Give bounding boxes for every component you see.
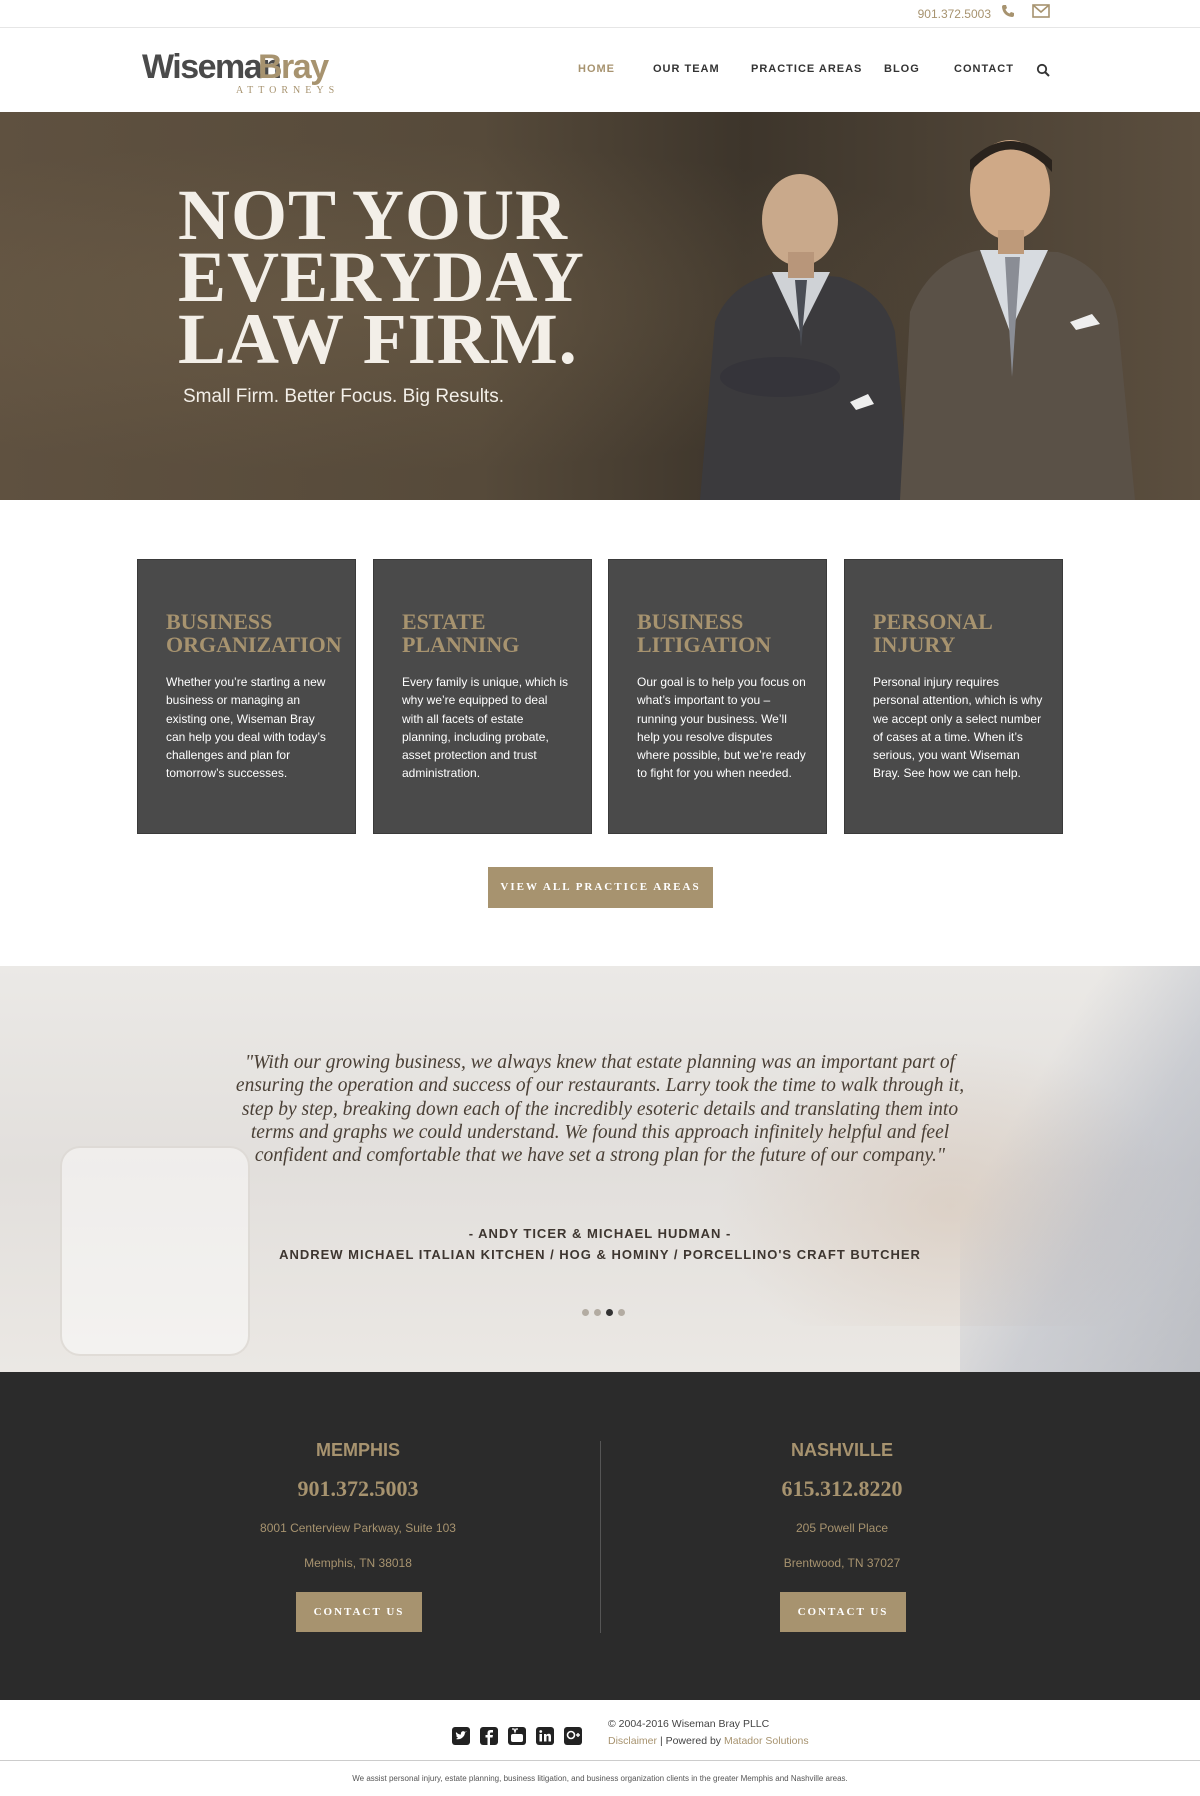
twitter-icon[interactable] — [452, 1727, 470, 1745]
practice-card-business-litigation[interactable]: BUSINESS LITIGATION Our goal is to help … — [608, 559, 827, 834]
logo-wordmark-part2: Bray — [258, 48, 329, 86]
nav-contact[interactable]: CONTACT — [954, 63, 1014, 75]
practice-card-title: ESTATE PLANNING — [402, 610, 582, 656]
practice-card-estate-planning[interactable]: ESTATE PLANNING Every family is unique, … — [373, 559, 592, 834]
footer-rule — [0, 1760, 1200, 1761]
testimonial-author: - ANDY TICER & MICHAEL HUDMAN - — [468, 1226, 732, 1241]
copyright-text: © 2004-2016 Wiseman Bray PLLC — [608, 1718, 770, 1730]
top-phone-link[interactable]: 901.372.5003 — [918, 7, 991, 21]
offices-section: MEMPHIS 901.372.5003 8001 Centerview Par… — [0, 1372, 1200, 1700]
site-logo[interactable]: Wiseman Bray ATTORNEYS — [142, 48, 352, 98]
practice-card-title-line1: PERSONAL — [873, 609, 993, 634]
hero-tagline: Small Firm. Better Focus. Big Results. — [183, 386, 504, 407]
site-header: Wiseman Bray ATTORNEYS HOME OUR TEAM PRA… — [0, 28, 1200, 112]
practice-card-body: Every family is unique, which is why we’… — [402, 675, 569, 781]
nav-practice-areas[interactable]: PRACTICE AREAS — [751, 63, 862, 75]
facebook-icon[interactable] — [480, 1727, 498, 1745]
footer-separator: | — [659, 1735, 663, 1747]
office-memphis: MEMPHIS 901.372.5003 8001 Centerview Par… — [178, 1372, 538, 1700]
disclaimer-link[interactable]: Disclaimer — [608, 1735, 657, 1747]
site-footer: © 2004-2016 Wiseman Bray PLLC Disclaimer… — [0, 1700, 1200, 1796]
office-phone[interactable]: 615.312.8220 — [662, 1476, 1022, 1502]
practice-card-title-line1: ESTATE — [402, 609, 486, 634]
powered-by-label: Powered by — [665, 1735, 722, 1747]
logo-subtitle: ATTORNEYS — [236, 85, 340, 96]
practice-card-title-line2: INJURY — [873, 632, 956, 657]
practice-card-business-organization[interactable]: BUSINESS ORGANIZATION Whether you’re sta… — [137, 559, 356, 834]
background-sleeve-image — [960, 966, 1200, 1372]
office-address-line2: Brentwood, TN 37027 — [783, 1556, 901, 1570]
slider-dot-2[interactable] — [594, 1309, 601, 1316]
testimonial-quote: "With our growing business, we always kn… — [235, 1052, 965, 1167]
nav-home[interactable]: HOME — [578, 63, 615, 75]
linkedin-icon[interactable] — [536, 1727, 554, 1745]
mail-icon[interactable] — [1032, 4, 1050, 18]
practice-card-body: Our goal is to help you focus on what’s … — [637, 675, 806, 781]
nav-our-team[interactable]: OUR TEAM — [653, 63, 720, 75]
slider-dot-3[interactable] — [606, 1309, 613, 1316]
footer-links: Disclaimer | Powered by Matador Solution… — [608, 1735, 809, 1747]
office-city: NASHVILLE — [790, 1440, 893, 1460]
practice-card-title-line2: PLANNING — [402, 632, 520, 657]
view-all-practice-areas-button[interactable]: VIEW ALL PRACTICE AREAS — [488, 867, 713, 908]
practice-card-title-line2: LITIGATION — [637, 632, 772, 657]
office-city: MEMPHIS — [315, 1440, 400, 1460]
hero-banner: NOT YOUR EVERYDAY LAW FIRM. Small Firm. … — [0, 112, 1200, 500]
office-phone[interactable]: 901.372.5003 — [178, 1476, 538, 1502]
google-plus-icon[interactable] — [564, 1727, 582, 1745]
contact-us-button-nashville[interactable]: CONTACT US — [780, 1592, 906, 1632]
nav-blog[interactable]: BLOG — [884, 63, 920, 75]
practice-card-title-line1: BUSINESS — [637, 609, 744, 634]
youtube-icon[interactable] — [508, 1727, 526, 1745]
matador-solutions-link[interactable]: Matador Solutions — [724, 1735, 809, 1747]
contact-us-button-memphis[interactable]: CONTACT US — [296, 1592, 422, 1632]
hero-headline: NOT YOUR EVERYDAY LAW FIRM. — [178, 179, 585, 375]
practice-card-body: Whether you’re starting a new business o… — [166, 675, 326, 781]
practice-card-body: Personal injury requires personal attent… — [873, 675, 1043, 781]
testimonial-section: "With our growing business, we always kn… — [0, 966, 1200, 1372]
office-address-line1: 205 Powell Place — [795, 1521, 889, 1535]
practice-card-title: BUSINESS LITIGATION — [637, 610, 817, 656]
attorneys-photo — [700, 140, 1135, 500]
practice-areas: BUSINESS ORGANIZATION Whether you’re sta… — [137, 559, 1063, 834]
practice-card-title-line1: BUSINESS — [166, 609, 273, 634]
practice-card-title: PERSONAL INJURY — [873, 610, 1053, 656]
testimonial-company: ANDREW MICHAEL ITALIAN KITCHEN / HOG & H… — [279, 1247, 921, 1262]
top-bar: 901.372.5003 — [0, 0, 1200, 28]
hero-headline-line3: LAW FIRM. — [178, 299, 578, 379]
search-icon[interactable] — [1036, 63, 1050, 77]
practice-card-personal-injury[interactable]: PERSONAL INJURY Personal injury requires… — [844, 559, 1063, 834]
office-address-line2: Memphis, TN 38018 — [304, 1556, 412, 1570]
office-nashville: NASHVILLE 615.312.8220 205 Powell Place … — [662, 1372, 1022, 1700]
slider-dot-1[interactable] — [582, 1309, 589, 1316]
practice-card-title-line2: ORGANIZATION — [166, 632, 342, 657]
phone-icon[interactable] — [1001, 4, 1015, 18]
slider-dot-4[interactable] — [618, 1309, 625, 1316]
footer-service-areas: We assist personal injury, estate planni… — [352, 1774, 848, 1783]
office-address-line1: 8001 Centerview Parkway, Suite 103 — [260, 1521, 456, 1535]
practice-card-title: BUSINESS ORGANIZATION — [166, 610, 346, 656]
office-divider — [600, 1441, 601, 1633]
